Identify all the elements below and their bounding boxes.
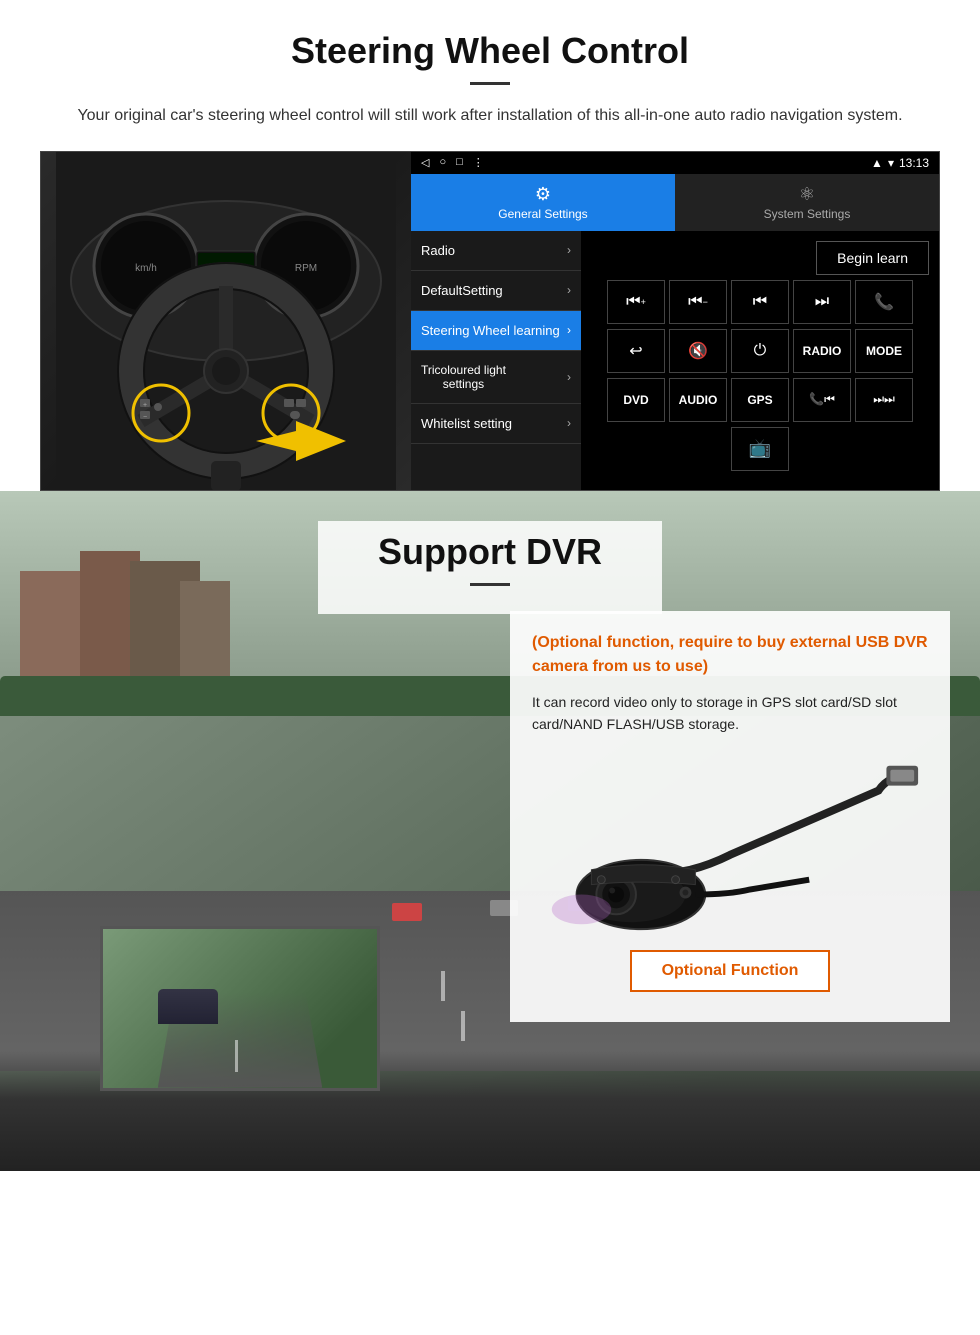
chevron-icon: ›	[567, 283, 571, 297]
begin-learn-button[interactable]: Begin learn	[816, 241, 929, 275]
gps-btn[interactable]: GPS	[731, 378, 789, 422]
svg-text:+: +	[143, 402, 147, 409]
svg-text:RPM: RPM	[295, 263, 317, 274]
steering-wheel-svg: km/h RPM	[56, 152, 396, 490]
mute-btn[interactable]: 🔇	[669, 329, 727, 373]
control-row-1: ⏮+ ⏮− ⏮ ⏭ 📞	[586, 280, 934, 324]
dvr-title-bg: Support DVR	[318, 521, 662, 614]
phone-btn[interactable]: 📞	[855, 280, 913, 324]
control-row-2: ↩ 🔇 ⏻ RADIO MODE	[586, 329, 934, 373]
back-nav[interactable]: ◁	[421, 156, 429, 169]
menu-item-steering[interactable]: Steering Wheel learning ›	[411, 311, 581, 351]
menu-radio-label: Radio	[421, 243, 455, 258]
time-display: 13:13	[899, 156, 929, 170]
chevron-icon: ›	[567, 243, 571, 257]
status-indicators: ▲ ▾ 13:13	[871, 156, 929, 170]
gear-icon: ⚙	[416, 184, 670, 205]
next-next-btn[interactable]: ⏭⏭	[855, 378, 913, 422]
menu-whitelist-label: Whitelist setting	[421, 416, 512, 431]
dvr-info-card: (Optional function, require to buy exter…	[510, 611, 950, 1023]
settings-tabs: ⚙ General Settings ⚛ System Settings	[411, 174, 939, 231]
vol-down-btn[interactable]: ⏮−	[669, 280, 727, 324]
menu-item-tricoloured[interactable]: Tricoloured lightsettings ›	[411, 351, 581, 404]
dvr-description: It can record video only to storage in G…	[532, 691, 928, 736]
extra-btn[interactable]: 📺	[731, 427, 789, 471]
svg-text:−: −	[143, 414, 147, 421]
mode-btn[interactable]: MODE	[855, 329, 913, 373]
status-bar: ◁ ○ □ ⋮ ▲ ▾ 13:13	[411, 152, 939, 174]
menu-nav[interactable]: ⋮	[473, 156, 484, 169]
steering-section: Steering Wheel Control Your original car…	[0, 0, 980, 491]
radio-btn[interactable]: RADIO	[793, 329, 851, 373]
control-row-4: 📺	[586, 427, 934, 471]
steering-buttons-panel: Begin learn ⏮+ ⏮− ⏮ ⏭ 📞 ↩ 🔇 ⏻	[581, 231, 939, 490]
dvr-optional-text: (Optional function, require to buy exter…	[532, 631, 928, 679]
dvr-camera-image	[532, 755, 928, 935]
dvr-title-area: Support DVR	[0, 491, 980, 614]
dvr-divider	[470, 583, 510, 586]
chevron-icon: ›	[567, 416, 571, 430]
dvr-section: Support DVR (Optional function, require …	[0, 491, 980, 1171]
audio-btn[interactable]: AUDIO	[669, 378, 727, 422]
tab-general-settings[interactable]: ⚙ General Settings	[411, 174, 675, 231]
dvr-title: Support DVR	[378, 531, 602, 573]
phone-prev-btn[interactable]: 📞⏮	[793, 378, 851, 422]
dvr-preview-image	[100, 926, 380, 1091]
menu-item-whitelist[interactable]: Whitelist setting ›	[411, 404, 581, 444]
android-ui-panel: ◁ ○ □ ⋮ ▲ ▾ 13:13 ⚙ General Settings	[411, 152, 939, 490]
camera-svg	[532, 755, 928, 935]
recents-nav[interactable]: □	[456, 156, 463, 169]
menu-steering-label: Steering Wheel learning	[421, 323, 560, 338]
control-row-3: DVD AUDIO GPS 📞⏮ ⏭⏭	[586, 378, 934, 422]
optional-function-button[interactable]: Optional Function	[630, 950, 831, 992]
prev-btn[interactable]: ⏮	[731, 280, 789, 324]
tab-system-settings[interactable]: ⚛ System Settings	[675, 174, 939, 231]
tab-system-label: System Settings	[764, 207, 851, 221]
settings-menu: Radio › DefaultSetting › Steering Wheel …	[411, 231, 581, 490]
next-btn[interactable]: ⏭	[793, 280, 851, 324]
chevron-icon: ›	[567, 323, 571, 337]
dvr-background: Support DVR (Optional function, require …	[0, 491, 980, 1171]
title-divider	[470, 82, 510, 85]
page-title: Steering Wheel Control	[40, 30, 940, 72]
menu-default-label: DefaultSetting	[421, 283, 503, 298]
wifi-icon: ▾	[888, 156, 894, 170]
nav-buttons: ◁ ○ □ ⋮	[421, 156, 484, 169]
system-icon: ⚛	[680, 184, 934, 205]
menu-item-radio[interactable]: Radio ›	[411, 231, 581, 271]
svg-text:km/h: km/h	[135, 263, 157, 274]
begin-learn-row: Begin learn	[586, 236, 934, 275]
chevron-icon: ›	[567, 370, 571, 384]
menu-item-default[interactable]: DefaultSetting ›	[411, 271, 581, 311]
tab-general-label: General Settings	[498, 207, 587, 221]
dvd-btn[interactable]: DVD	[607, 378, 665, 422]
vol-up-btn[interactable]: ⏮+	[607, 280, 665, 324]
steering-wheel-image: km/h RPM	[41, 152, 411, 490]
signal-icon: ▲	[871, 156, 883, 170]
steering-subtitle: Your original car's steering wheel contr…	[60, 103, 920, 129]
hang-btn[interactable]: ↩	[607, 329, 665, 373]
power-btn[interactable]: ⏻	[731, 329, 789, 373]
settings-body: Radio › DefaultSetting › Steering Wheel …	[411, 231, 939, 490]
menu-tricoloured-label: Tricoloured lightsettings	[421, 363, 506, 391]
home-nav[interactable]: ○	[439, 156, 446, 169]
steering-screenshot: km/h RPM	[40, 151, 940, 491]
